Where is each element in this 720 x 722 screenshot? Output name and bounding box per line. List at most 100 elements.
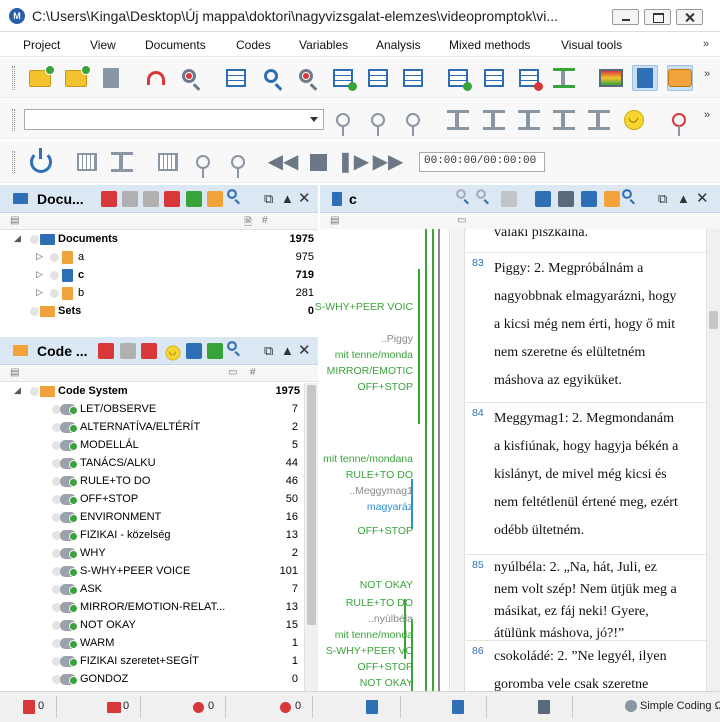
stripe-code-label[interactable]: MIRROR/EMOTIC — [327, 365, 413, 377]
code-matrix-icon[interactable] — [223, 65, 249, 91]
code-item[interactable]: TANÁCS/ALKU 44 — [0, 455, 304, 473]
scrollbar-thumb[interactable] — [709, 311, 718, 329]
paragraph[interactable]: 84 Meggymag1: 2. Megmondanám a kisfiúnak, … — [466, 403, 706, 555]
status-coding-mode[interactable]: Simple Coding Ω — [640, 700, 720, 712]
code-remove-icon[interactable] — [400, 107, 426, 136]
layout-toggle-icon[interactable] — [667, 65, 693, 91]
menu-mixed-methods[interactable]: Mixed methods — [449, 38, 530, 52]
code-item[interactable]: ALTERNATÍVA/ELTÉRÍT 2 — [0, 419, 304, 437]
stripe-code-label[interactable]: OFF+STOP — [357, 661, 413, 673]
tree-row-doc-c[interactable]: ▷ c 719 — [0, 267, 318, 285]
timestamp-add-icon[interactable] — [190, 149, 216, 178]
emoticon-icon[interactable] — [163, 343, 181, 361]
print-icon[interactable] — [558, 191, 574, 207]
highlight-icon[interactable] — [481, 107, 507, 133]
stripe-code-label[interactable]: RULE+TO DO — [346, 597, 413, 609]
download-icon[interactable] — [538, 700, 550, 714]
media-time-field[interactable]: 00:00:00/00:00:00 — [419, 152, 545, 172]
coding-mode-icon[interactable] — [625, 700, 637, 712]
menu-codes[interactable]: Codes — [236, 38, 271, 52]
code-item[interactable]: FIZIKAI - közelség 13 — [0, 527, 304, 545]
zoom-out-icon[interactable] — [476, 189, 494, 207]
undock-icon[interactable]: ⧉ — [264, 191, 273, 207]
stripe-code-label[interactable]: mit tenne/monda — [335, 629, 413, 641]
collapse-icon[interactable]: ◢ — [14, 385, 21, 396]
memo-column-icon[interactable]: ▭ — [228, 367, 237, 378]
maximize-panel-icon[interactable]: ▲ — [281, 343, 294, 358]
document-set-icon[interactable] — [207, 191, 223, 207]
close-panel-icon[interactable]: ✕ — [298, 341, 311, 359]
stripe-code-label[interactable]: ..Meggymag1 — [349, 485, 413, 497]
code-item[interactable]: NOT OKAY 15 — [0, 617, 304, 635]
collapse-icon[interactable]: ◢ — [14, 233, 21, 244]
paragraph[interactable]: valaki piszkálná. — [466, 229, 706, 253]
toolbar-grip[interactable] — [12, 66, 15, 90]
code-table-icon[interactable] — [186, 343, 202, 359]
code-item[interactable]: GONDOZ 0 — [0, 671, 304, 689]
tree-row-doc-a[interactable]: ▷ a 975 — [0, 249, 318, 267]
monitor-icon[interactable] — [598, 65, 624, 91]
code-item[interactable]: FIZIKAI szeretet+SEGÍT 1 — [0, 653, 304, 671]
column-count-header[interactable]: # — [262, 215, 268, 226]
new-project-icon[interactable] — [27, 64, 55, 91]
rewind-icon[interactable]: ◀◀ — [268, 149, 299, 175]
edit-mode-icon[interactable] — [535, 191, 551, 207]
stripe-code-label[interactable]: OFF+STOP — [357, 525, 413, 537]
expand-icon[interactable]: ▷ — [36, 269, 43, 280]
equalizer-icon[interactable] — [109, 149, 135, 175]
code-set-icon[interactable] — [207, 343, 223, 359]
code-node-icon[interactable] — [330, 107, 356, 136]
code-frequency-icon[interactable] — [551, 65, 577, 91]
stripe-code-label[interactable]: mit tenne/mondana — [323, 453, 413, 465]
coding-stripes-area[interactable]: S-WHY+PEER VOIC ..Piggy mit tenne/monda MIR… — [315, 229, 450, 691]
minimize-button[interactable] — [612, 9, 639, 25]
code-item[interactable]: ASK 7 — [0, 581, 304, 599]
stripe-icon[interactable] — [551, 107, 577, 133]
fast-forward-icon[interactable]: ▶▶ — [373, 149, 404, 175]
table-green-icon[interactable] — [445, 65, 472, 91]
tree-row-code-system[interactable]: ◢ Code System 1975 — [0, 383, 304, 401]
search-icon[interactable] — [622, 189, 640, 207]
menu-overflow-icon[interactable]: » — [703, 38, 709, 50]
summary-grid-icon[interactable] — [400, 65, 426, 91]
maximize-panel-icon[interactable]: ▲ — [677, 191, 690, 206]
new-document-icon[interactable] — [101, 191, 117, 207]
code-item[interactable]: WHY 2 — [0, 545, 304, 563]
memo-icon[interactable] — [586, 107, 612, 133]
waveform-icon[interactable] — [74, 149, 100, 175]
tree-row-doc-b[interactable]: ▷ b 281 — [0, 285, 318, 303]
emoticode-icon[interactable] — [621, 107, 647, 133]
color-code-icon[interactable] — [516, 107, 542, 133]
copy-code-icon[interactable] — [120, 343, 136, 359]
delete-document-icon[interactable] — [164, 191, 180, 207]
table-red-icon[interactable] — [516, 65, 543, 91]
overview-memos-icon[interactable] — [365, 65, 391, 91]
scrollbar-thumb[interactable] — [307, 385, 316, 625]
search-icon[interactable] — [260, 65, 286, 91]
undock-icon[interactable]: ⧉ — [658, 191, 667, 207]
retrieve-icon[interactable] — [178, 65, 204, 91]
toolbar2-overflow-icon[interactable]: » — [704, 109, 710, 121]
play-icon[interactable]: ❚▶ — [337, 149, 369, 175]
paragraph[interactable]: 83 Piggy: 2. Megpróbálnám a nagyobbnak elm… — [466, 253, 706, 403]
code-item[interactable]: S-WHY+PEER VOICE 101 — [0, 563, 304, 581]
menu-analysis[interactable]: Analysis — [376, 38, 421, 52]
code-scrollbar[interactable] — [304, 383, 318, 691]
open-project-icon[interactable] — [63, 64, 91, 91]
stripe-code-label[interactable]: magyaráz — [367, 501, 413, 513]
maximize-button[interactable] — [644, 9, 671, 25]
column-count-header[interactable]: # — [250, 367, 256, 378]
sort-icon[interactable]: ▤ — [10, 367, 19, 378]
undo-coding-icon[interactable] — [666, 107, 692, 136]
code-item[interactable]: WARM 1 — [0, 635, 304, 653]
code-add-icon[interactable] — [365, 107, 391, 136]
code-item[interactable]: MODELLÁL 5 — [0, 437, 304, 455]
paragraph[interactable]: 86 csokoládé: 2. ”Ne legyél, ilyen goromba… — [466, 641, 706, 691]
toolbar-grip[interactable] — [12, 109, 15, 131]
search-icon[interactable] — [227, 189, 245, 207]
overview-coded-icon[interactable] — [330, 65, 357, 91]
activate-document-icon[interactable] — [186, 191, 202, 207]
stripe-code-label[interactable]: RULE+TO DO — [346, 469, 413, 481]
import-icon[interactable] — [98, 65, 124, 91]
code-item[interactable]: ENVIRONMENT 16 — [0, 509, 304, 527]
